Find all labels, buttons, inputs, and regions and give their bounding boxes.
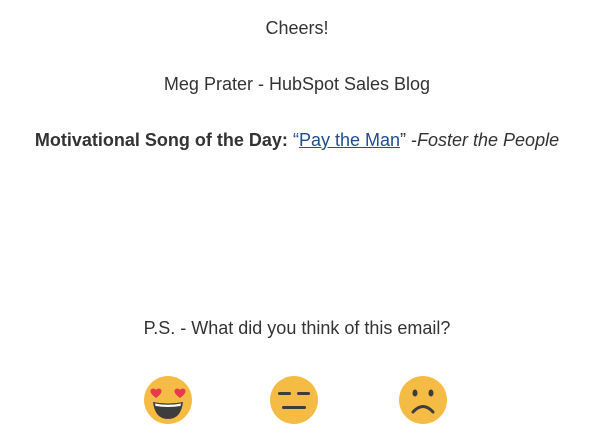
feedback-sad-button[interactable]: [398, 375, 448, 425]
feedback-neutral-button[interactable]: [269, 375, 319, 425]
closing-greeting: Cheers!: [265, 18, 329, 38]
expressionless-face-icon: [270, 376, 318, 424]
song-label: Motivational Song of the Day:: [34, 130, 288, 150]
song-artist: Foster the People: [417, 130, 560, 150]
feedback-prompt: P.S. - What did you think of this email?: [143, 318, 451, 338]
frowning-face-icon: [399, 376, 447, 424]
song-close-quote: ” -: [400, 130, 417, 150]
song-title-link[interactable]: Pay the Man: [299, 130, 400, 150]
heart-eyes-face-icon: [144, 376, 192, 424]
feedback-love-button[interactable]: [143, 375, 193, 425]
signature: Meg Prater - HubSpot Sales Blog: [163, 74, 431, 94]
song-of-the-day: Motivational Song of the Day: “Pay the M…: [0, 129, 594, 151]
